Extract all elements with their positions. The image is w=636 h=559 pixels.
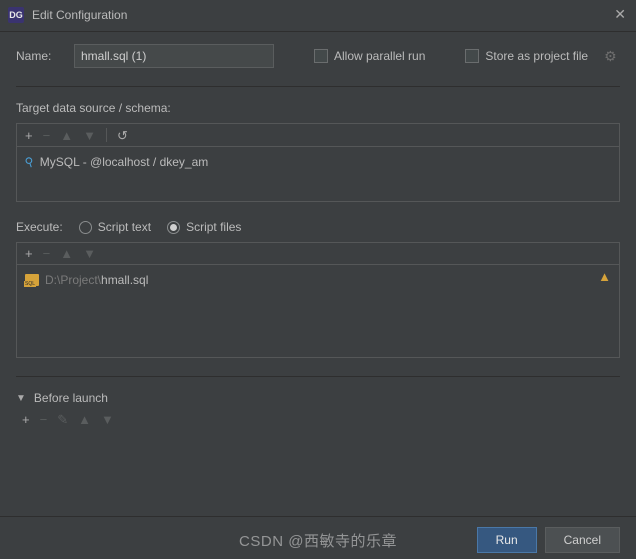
cancel-button[interactable]: Cancel: [545, 527, 620, 553]
app-icon: DG: [8, 7, 24, 23]
run-button[interactable]: Run: [477, 527, 537, 553]
edit-icon: ✎: [57, 413, 68, 426]
files-panel: + − ▲ ▼ D:\Project\hmall.sql ▲: [16, 242, 620, 358]
down-icon: ▼: [83, 129, 96, 142]
store-project-checkbox[interactable]: Store as project file: [465, 49, 588, 63]
execute-label: Execute:: [16, 220, 63, 234]
footer: Run Cancel: [0, 516, 636, 559]
divider: [16, 86, 620, 87]
add-icon[interactable]: +: [25, 129, 33, 142]
up-icon: ▲: [60, 129, 73, 142]
add-icon[interactable]: +: [25, 247, 33, 260]
radio-script-files[interactable]: Script files: [167, 220, 241, 234]
radio-script-files-label: Script files: [186, 220, 241, 234]
store-project-label: Store as project file: [485, 49, 588, 63]
history-icon[interactable]: ↺: [117, 129, 128, 142]
down-icon: ▼: [101, 413, 114, 426]
file-path: D:\Project\hmall.sql: [45, 273, 148, 287]
divider: [16, 376, 620, 377]
gear-icon[interactable]: ⚙: [604, 48, 617, 65]
up-icon: ▲: [78, 413, 91, 426]
before-launch-toggle[interactable]: ▼ Before launch: [16, 391, 620, 405]
datasource-toolbar: + − ▲ ▼ ↺: [17, 124, 619, 147]
down-icon: ▼: [83, 247, 96, 260]
datasource-text: MySQL - @localhost / dkey_am: [40, 155, 208, 169]
window-title: Edit Configuration: [32, 8, 127, 22]
name-label: Name:: [16, 49, 64, 63]
datasource-item[interactable]: ⚲ MySQL - @localhost / dkey_am: [25, 153, 611, 171]
radio-icon: [79, 221, 92, 234]
remove-icon: −: [43, 247, 51, 260]
checkbox-icon: [465, 49, 479, 63]
remove-icon: −: [40, 413, 48, 426]
warning-icon[interactable]: ▲: [598, 269, 611, 284]
remove-icon: −: [43, 129, 51, 142]
checkbox-icon: [314, 49, 328, 63]
titlebar: DG Edit Configuration ✕: [0, 0, 636, 32]
database-icon: ⚲: [23, 154, 36, 170]
separator: [106, 128, 107, 142]
file-item[interactable]: D:\Project\hmall.sql: [25, 271, 611, 289]
close-icon[interactable]: ✕: [614, 6, 626, 23]
name-input[interactable]: [74, 44, 274, 68]
before-launch-label: Before launch: [34, 391, 108, 405]
chevron-down-icon: ▼: [16, 393, 26, 404]
add-icon[interactable]: +: [22, 413, 30, 426]
datasource-label: Target data source / schema:: [16, 101, 620, 115]
datasource-panel: + − ▲ ▼ ↺ ⚲ MySQL - @localhost / dkey_am: [16, 123, 620, 202]
sql-file-icon: [25, 274, 39, 286]
radio-script-text[interactable]: Script text: [79, 220, 151, 234]
files-toolbar: + − ▲ ▼: [17, 243, 619, 265]
up-icon: ▲: [60, 247, 73, 260]
radio-icon: [167, 221, 180, 234]
allow-parallel-label: Allow parallel run: [334, 49, 425, 63]
radio-script-text-label: Script text: [98, 220, 151, 234]
before-launch-toolbar: + − ✎ ▲ ▼: [16, 411, 620, 432]
allow-parallel-checkbox[interactable]: Allow parallel run: [314, 49, 425, 63]
